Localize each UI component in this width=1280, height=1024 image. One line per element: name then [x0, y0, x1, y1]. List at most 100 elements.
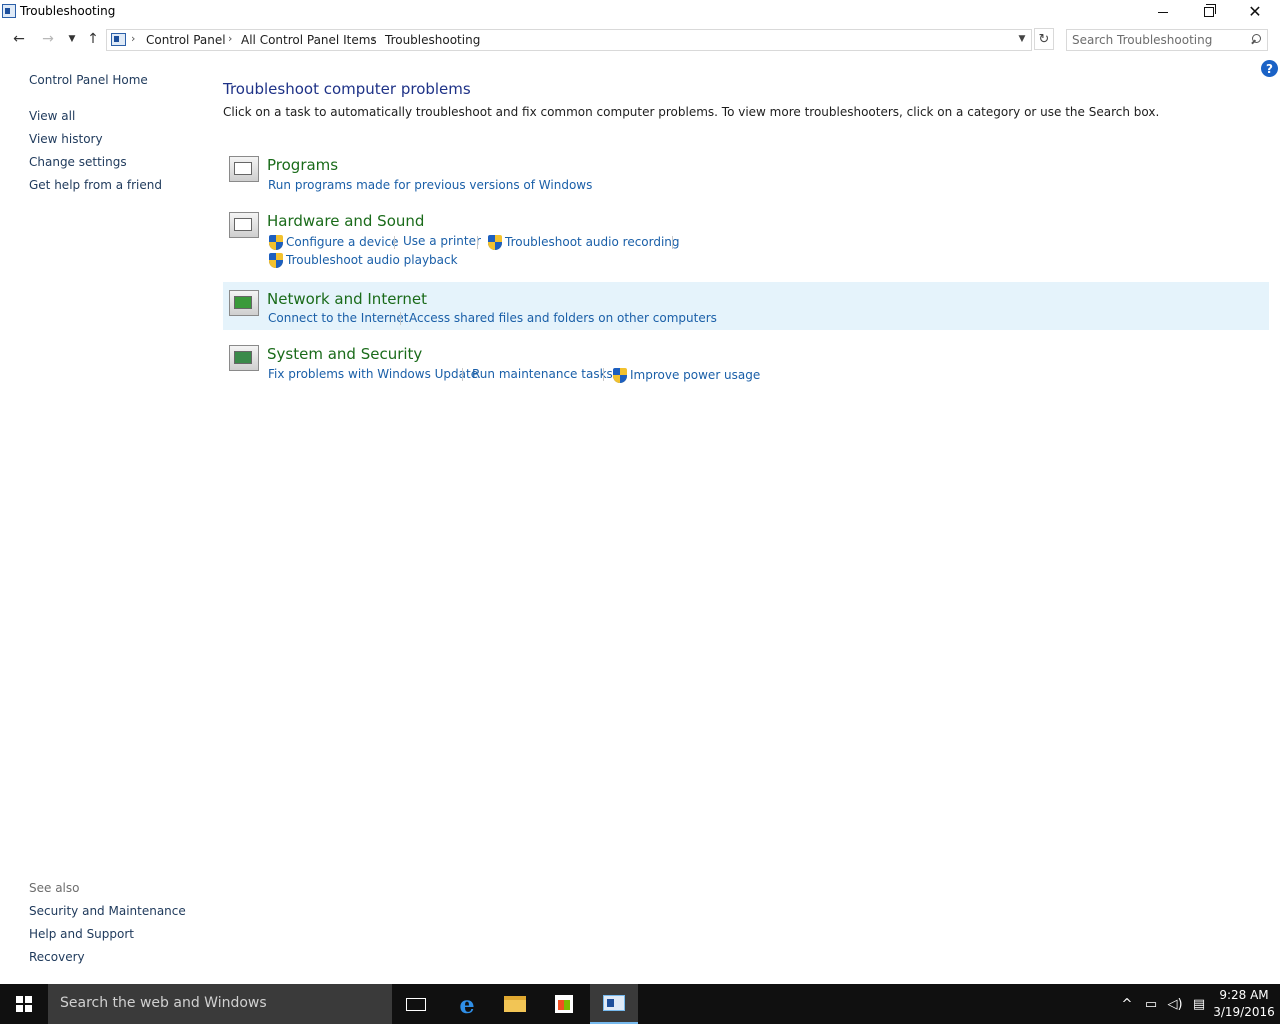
recovery-link[interactable]: Recovery — [29, 950, 85, 964]
store-icon — [555, 995, 573, 1013]
troubleshoot-audio-playback-link[interactable]: Troubleshoot audio playback — [286, 253, 458, 267]
windows-logo-icon — [16, 996, 32, 1012]
refresh-icon: ↻ — [1038, 31, 1050, 47]
back-button[interactable]: ← — [8, 28, 30, 50]
change-settings-link[interactable]: Change settings — [29, 155, 127, 169]
minimize-icon — [1158, 11, 1168, 13]
task-view-icon — [406, 997, 426, 1011]
task-view-button[interactable] — [392, 984, 440, 1024]
category-hardware-and-sound-title[interactable]: Hardware and Sound — [267, 212, 424, 230]
store-button[interactable] — [540, 984, 588, 1024]
access-shared-files-link[interactable]: Access shared files and folders on other… — [409, 311, 717, 325]
start-button[interactable] — [0, 984, 48, 1024]
minimize-button[interactable] — [1140, 0, 1186, 24]
configure-device-link[interactable]: Configure a device — [286, 235, 399, 249]
uac-shield-icon — [488, 235, 502, 250]
fix-windows-update-link[interactable]: Fix problems with Windows Update — [268, 367, 478, 381]
chevron-right-icon[interactable]: › — [131, 32, 135, 45]
page-title: Troubleshoot computer problems — [223, 80, 471, 98]
security-and-maintenance-link[interactable]: Security and Maintenance — [29, 904, 186, 918]
clock[interactable]: 9:28 AM 3/19/2016 — [1208, 987, 1280, 1021]
uac-shield-icon — [269, 253, 283, 268]
control-panel-home-link[interactable]: Control Panel Home — [29, 73, 148, 87]
hardware-sound-icon[interactable] — [229, 212, 259, 238]
up-arrow-icon: ↑ — [87, 31, 99, 47]
refresh-button[interactable]: ↻ — [1034, 28, 1054, 50]
category-system-and-security-title[interactable]: System and Security — [267, 345, 422, 363]
uac-shield-icon — [269, 235, 283, 250]
programs-icon[interactable] — [229, 156, 259, 182]
edge-icon: e — [459, 989, 475, 1019]
clock-time: 9:28 AM — [1219, 988, 1269, 1002]
show-hidden-icons-button[interactable]: ^ — [1117, 984, 1137, 1024]
address-dropdown-button[interactable]: ▼ — [1012, 29, 1032, 49]
taskbar-search-box[interactable]: Search the web and Windows — [48, 984, 392, 1024]
file-explorer-button[interactable] — [491, 984, 539, 1024]
help-icon[interactable]: ? — [1261, 60, 1278, 77]
view-all-link[interactable]: View all — [29, 109, 75, 123]
close-button[interactable]: ✕ — [1232, 0, 1278, 24]
category-network-and-internet: Network and Internet Connect to the Inte… — [223, 282, 1269, 330]
chevron-right-icon[interactable]: › — [371, 32, 375, 45]
network-tray-button[interactable]: ▭ — [1140, 984, 1162, 1024]
category-system-and-security: System and Security Fix problems with Wi… — [223, 339, 1269, 387]
connect-to-internet-link[interactable]: Connect to the Internet — [268, 311, 408, 325]
restore-button[interactable] — [1186, 0, 1232, 24]
address-bar[interactable]: › Control Panel › All Control Panel Item… — [106, 29, 1032, 51]
breadcrumb-all-control-panel-items[interactable]: All Control Panel Items — [241, 33, 377, 47]
use-printer-link[interactable]: Use a printer — [403, 234, 481, 248]
run-programs-previous-versions-link[interactable]: Run programs made for previous versions … — [268, 178, 592, 192]
clock-date: 3/19/2016 — [1213, 1005, 1275, 1019]
help-and-support-link[interactable]: Help and Support — [29, 927, 134, 941]
network-tray-icon: ▭ — [1144, 996, 1158, 1012]
recent-locations-button[interactable]: ▼ — [61, 28, 83, 50]
chevron-up-icon: ^ — [1121, 996, 1133, 1012]
notification-icon: ▤ — [1192, 996, 1206, 1012]
system-security-icon[interactable] — [229, 345, 259, 371]
action-center-button[interactable]: ▤ — [1188, 984, 1210, 1024]
window-title: Troubleshooting — [20, 4, 116, 18]
see-also-heading: See also — [29, 881, 80, 895]
title-bar: Troubleshooting ✕ — [0, 0, 1280, 24]
category-programs-title[interactable]: Programs — [267, 156, 338, 174]
category-programs: Programs Run programs made for previous … — [223, 150, 1269, 196]
edge-button[interactable]: e — [443, 984, 491, 1024]
task-separator — [462, 368, 463, 381]
forward-button[interactable]: → — [37, 28, 59, 50]
task-separator — [394, 236, 395, 249]
control-panel-icon — [111, 33, 126, 46]
run-maintenance-tasks-link[interactable]: Run maintenance tasks — [472, 367, 613, 381]
breadcrumb-troubleshooting[interactable]: Troubleshooting — [385, 33, 480, 47]
view-history-link[interactable]: View history — [29, 132, 103, 146]
task-separator — [603, 368, 604, 381]
up-button[interactable]: ↑ — [82, 28, 104, 50]
navigation-bar: ← → ▼ ↑ › Control Panel › All Control Pa… — [0, 28, 1280, 52]
chevron-down-icon: ▼ — [1018, 34, 1026, 44]
get-help-from-friend-link[interactable]: Get help from a friend — [29, 178, 162, 192]
task-separator — [477, 236, 478, 249]
breadcrumb-control-panel[interactable]: Control Panel — [146, 33, 226, 47]
volume-tray-button[interactable]: ◁) — [1164, 984, 1186, 1024]
control-panel-icon — [603, 995, 625, 1011]
control-panel-icon — [2, 4, 16, 18]
search-placeholder: Search Troubleshooting — [1072, 33, 1213, 47]
improve-power-usage-link[interactable]: Improve power usage — [630, 368, 760, 382]
search-icon[interactable] — [1250, 34, 1261, 45]
control-panel-taskbar-button[interactable] — [590, 984, 638, 1024]
category-network-and-internet-title[interactable]: Network and Internet — [267, 290, 427, 308]
restore-icon — [1204, 4, 1216, 17]
forward-arrow-icon: → — [42, 31, 54, 47]
back-arrow-icon: ← — [13, 31, 25, 47]
chevron-right-icon[interactable]: › — [228, 32, 232, 45]
troubleshoot-audio-recording-link[interactable]: Troubleshoot audio recording — [505, 235, 680, 249]
page-description: Click on a task to automatically trouble… — [223, 105, 1160, 119]
task-separator — [672, 236, 673, 249]
category-hardware-and-sound: Hardware and Sound Configure a device Us… — [223, 206, 1269, 272]
troubleshooting-window: Troubleshooting ✕ ← → ▼ ↑ › Control Pane… — [0, 0, 1280, 984]
search-input[interactable]: Search Troubleshooting — [1066, 29, 1268, 51]
close-icon: ✕ — [1248, 2, 1262, 21]
uac-shield-icon — [613, 368, 627, 383]
taskbar-search-placeholder: Search the web and Windows — [60, 995, 267, 1011]
network-icon[interactable] — [229, 290, 259, 316]
taskbar: Search the web and Windows e ^ ▭ ◁) ▤ 9:… — [0, 984, 1280, 1024]
